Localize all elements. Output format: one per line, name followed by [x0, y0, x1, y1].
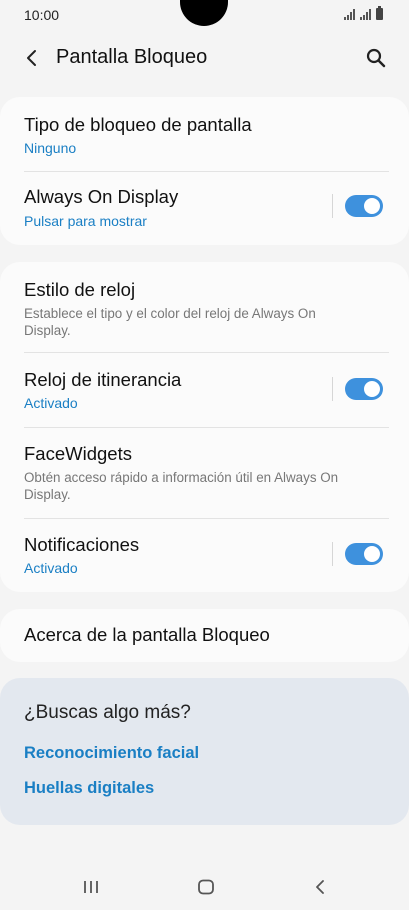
status-bar: 10:00 [0, 0, 409, 32]
wifi-signal-icon [344, 9, 355, 20]
list-item-always-on-display[interactable]: Always On Display Pulsar para mostrar [0, 172, 409, 245]
list-item-title: Estilo de reloj [24, 279, 136, 300]
list-item-subtitle: Activado [24, 560, 78, 576]
notifications-toggle[interactable] [345, 543, 383, 565]
display-options-card: Estilo de reloj Establece el tipo y el c… [0, 262, 409, 592]
list-item-title: Always On Display [24, 186, 179, 207]
lock-settings-card: Tipo de bloqueo de pantalla Ninguno Alwa… [0, 97, 409, 245]
list-item-lock-type[interactable]: Tipo de bloqueo de pantalla Ninguno [0, 97, 409, 171]
list-item-title: Reloj de itinerancia [24, 369, 182, 390]
list-item-clock-style[interactable]: Estilo de reloj Establece el tipo y el c… [0, 262, 409, 352]
home-icon [198, 879, 214, 895]
fingerprints-link[interactable]: Huellas digitales [24, 779, 154, 798]
list-item-facewidgets[interactable]: FaceWidgets Obtén acceso rápido a inform… [0, 428, 409, 518]
recents-icon [84, 881, 98, 893]
list-item-notifications[interactable]: Notificaciones Activado [0, 519, 409, 592]
status-icons [344, 6, 383, 20]
list-item-about-lock-screen[interactable]: Acerca de la pantalla Bloqueo [0, 609, 409, 662]
search-icon [366, 48, 386, 68]
search-button[interactable] [359, 42, 393, 74]
list-item-subtitle: Ninguno [24, 140, 77, 156]
battery-icon [376, 6, 383, 20]
list-item-title: FaceWidgets [24, 443, 132, 464]
vertical-separator [332, 194, 333, 218]
vertical-separator [332, 542, 333, 566]
list-item-subtitle: Activado [24, 395, 78, 411]
list-item-title: Notificaciones [24, 534, 140, 555]
roaming-clock-toggle[interactable] [345, 378, 383, 400]
face-recognition-link[interactable]: Reconocimiento facial [24, 744, 199, 763]
navigation-bar [0, 862, 409, 910]
app-bar: Pantalla Bloqueo [0, 32, 409, 84]
list-item-subtitle: Pulsar para mostrar [24, 213, 147, 229]
home-button[interactable] [186, 874, 226, 900]
suggestions-card: ¿Buscas algo más? Reconocimiento facial … [0, 678, 409, 825]
recents-button[interactable] [71, 874, 111, 900]
list-item-title: Acerca de la pantalla Bloqueo [24, 624, 270, 645]
cell-signal-icon [360, 9, 371, 20]
page-title: Pantalla Bloqueo [56, 46, 208, 68]
nav-back-button[interactable] [300, 874, 340, 900]
suggestions-title: ¿Buscas algo más? [24, 702, 191, 723]
camera-notch [180, 0, 228, 26]
list-item-title: Tipo de bloqueo de pantalla [24, 114, 252, 135]
about-card: Acerca de la pantalla Bloqueo [0, 609, 409, 662]
vertical-separator [332, 377, 333, 401]
nav-back-icon [316, 880, 324, 894]
back-button[interactable] [14, 42, 50, 74]
list-item-roaming-clock[interactable]: Reloj de itinerancia Activado [0, 353, 409, 427]
always-on-display-toggle[interactable] [345, 195, 383, 217]
list-item-description: Obtén acceso rápido a información útil e… [24, 470, 339, 502]
list-item-description: Establece el tipo y el color del reloj d… [24, 306, 316, 338]
status-time: 10:00 [24, 7, 60, 23]
back-arrow-icon [27, 50, 36, 66]
